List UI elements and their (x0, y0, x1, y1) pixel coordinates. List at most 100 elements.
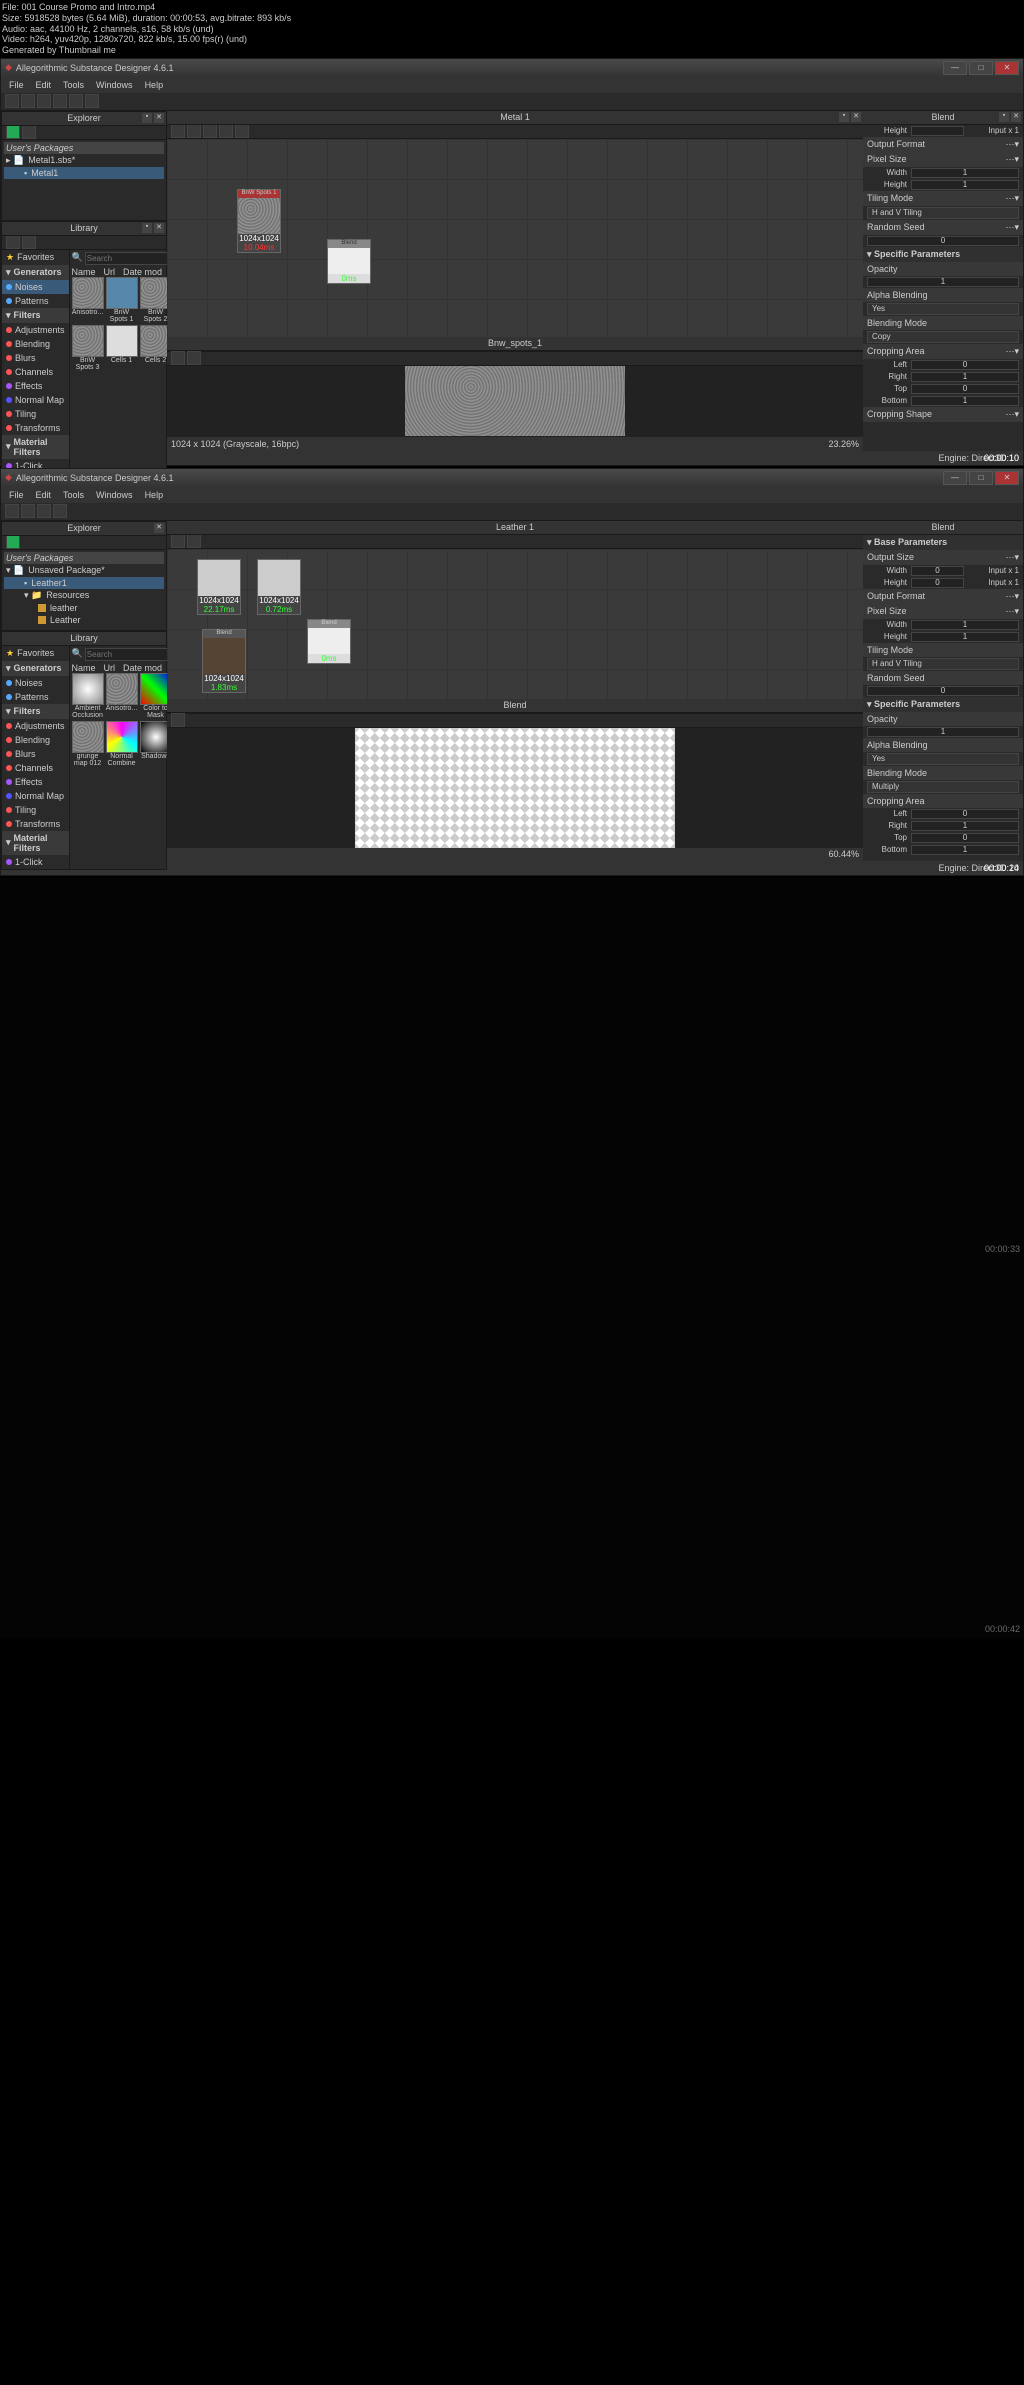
lib-matfilters[interactable]: ▾ Material Filters (2, 435, 69, 459)
tree-users-packages[interactable]: User's Packages (4, 552, 164, 564)
prop-slider[interactable]: 1 (867, 277, 1019, 287)
menu-file[interactable]: File (9, 490, 24, 500)
prop-select[interactable]: Yes (867, 303, 1019, 315)
close-icon[interactable]: ✕ (154, 223, 164, 233)
menu-windows[interactable]: Windows (96, 80, 133, 90)
toolbar-button[interactable] (187, 351, 201, 365)
minimize-button[interactable]: — (943, 61, 967, 75)
prop-slider[interactable]: 1 (911, 845, 1019, 855)
prop-slider[interactable]: 0 (911, 360, 1019, 370)
lib-transforms[interactable]: Transforms (2, 421, 69, 435)
prop-slider[interactable]: 1 (911, 168, 1019, 178)
toolbar-button[interactable] (22, 235, 36, 249)
toolbar-button[interactable] (22, 125, 36, 139)
lib-blending[interactable]: Blending (2, 733, 69, 747)
lib-thumb[interactable]: Anisotro... (72, 277, 104, 323)
lib-blending[interactable]: Blending (2, 337, 69, 351)
maximize-button[interactable]: □ (969, 471, 993, 485)
play-icon[interactable] (6, 535, 20, 549)
lib-blurs[interactable]: Blurs (2, 351, 69, 365)
col-url[interactable]: Url (104, 663, 116, 673)
toolbar-button[interactable] (21, 94, 35, 108)
lib-thumb[interactable]: Ambient Occlusion (72, 673, 104, 719)
prop-select[interactable]: Multiply (867, 781, 1019, 793)
prop-slider[interactable]: 1 (911, 372, 1019, 382)
toolbar-button[interactable] (53, 504, 67, 518)
toolbar-button[interactable] (219, 124, 233, 138)
lib-thumb[interactable]: Anisotro... (106, 673, 138, 719)
lib-blurs[interactable]: Blurs (2, 747, 69, 761)
toolbar-button[interactable] (187, 124, 201, 138)
lib-noises[interactable]: Noises (2, 676, 69, 690)
menu-icon[interactable]: ⋯▾ (1005, 193, 1019, 204)
lib-generators[interactable]: ▾ Generators (2, 661, 69, 676)
menu-tools[interactable]: Tools (63, 490, 84, 500)
prop-slider[interactable]: 1 (867, 727, 1019, 737)
lib-noises[interactable]: Noises (2, 280, 69, 294)
col-name[interactable]: Name (72, 267, 96, 277)
toolbar-button[interactable] (171, 534, 185, 548)
lib-favorites[interactable]: ★Favorites (2, 250, 69, 265)
col-url[interactable]: Url (104, 267, 116, 277)
menu-icon[interactable]: ⋯▾ (1005, 154, 1019, 165)
close-icon[interactable]: ✕ (1011, 112, 1021, 122)
lib-oneclick[interactable]: 1-Click (2, 855, 69, 869)
toolbar-button[interactable] (37, 504, 51, 518)
menu-icon[interactable]: ⋯▾ (1005, 139, 1019, 150)
toolbar-button[interactable] (203, 124, 217, 138)
graph-node-blend[interactable]: Blend 0ms (327, 239, 371, 284)
maximize-button[interactable]: □ (969, 61, 993, 75)
prop-slider[interactable]: 1 (911, 180, 1019, 190)
lib-patterns[interactable]: Patterns (2, 294, 69, 308)
pin-icon[interactable]: ▪ (142, 113, 152, 123)
col-date[interactable]: Date mod (123, 267, 162, 277)
graph-node[interactable]: Blend1024x10241.83ms (202, 629, 246, 693)
toolbar-button[interactable] (171, 124, 185, 138)
lib-effects[interactable]: Effects (2, 775, 69, 789)
prop-select[interactable]: H and V Tiling (867, 658, 1019, 670)
col-name[interactable]: Name (72, 663, 96, 673)
lib-tiling[interactable]: Tiling (2, 407, 69, 421)
close-icon[interactable]: ✕ (851, 112, 861, 122)
minimize-button[interactable]: — (943, 471, 967, 485)
graph-node-blend[interactable]: Blend0ms (307, 619, 351, 664)
prop-slider[interactable]: 1 (911, 620, 1019, 630)
pin-icon[interactable]: ▪ (142, 223, 152, 233)
tree-item-selected[interactable]: ▪ Leather1 (4, 577, 164, 589)
prop-slider[interactable] (911, 126, 964, 136)
prop-slider[interactable]: 1 (911, 821, 1019, 831)
prop-slider[interactable]: 0 (867, 236, 1019, 246)
tree-resource-item[interactable]: leather (4, 602, 164, 614)
prop-slider[interactable]: 1 (911, 632, 1019, 642)
toolbar-button[interactable] (171, 713, 185, 727)
tree-users-packages[interactable]: User's Packages (4, 142, 164, 154)
preview-canvas[interactable] (355, 728, 675, 848)
menu-edit[interactable]: Edit (36, 80, 52, 90)
tree-resources[interactable]: ▾ 📁 Resources (4, 589, 164, 602)
prop-select[interactable]: H and V Tiling (867, 207, 1019, 219)
menu-help[interactable]: Help (145, 490, 164, 500)
close-icon[interactable]: ✕ (154, 523, 164, 533)
toolbar-button[interactable] (21, 504, 35, 518)
lib-patterns[interactable]: Patterns (2, 690, 69, 704)
node-graph[interactable]: 1024x102422.17ms 1024x10240.72ms Blend10… (167, 549, 863, 699)
menu-help[interactable]: Help (145, 80, 164, 90)
lib-matfilters[interactable]: ▾ Material Filters (2, 831, 69, 855)
menu-file[interactable]: File (9, 80, 24, 90)
preview-canvas[interactable] (405, 366, 625, 436)
lib-thumb[interactable]: BnW Spots 1 (106, 277, 138, 323)
graph-node[interactable]: 1024x102422.17ms (197, 559, 241, 615)
menu-edit[interactable]: Edit (36, 490, 52, 500)
close-icon[interactable]: ✕ (154, 113, 164, 123)
toolbar-button[interactable] (6, 235, 20, 249)
close-button[interactable]: ✕ (995, 61, 1019, 75)
pin-icon[interactable]: ▪ (999, 112, 1009, 122)
toolbar-button[interactable] (69, 94, 83, 108)
menu-tools[interactable]: Tools (63, 80, 84, 90)
lib-generators[interactable]: ▾ Generators (2, 265, 69, 280)
toolbar-button[interactable] (235, 124, 249, 138)
prop-slider[interactable]: 0 (911, 833, 1019, 843)
prop-slider[interactable]: 0 (911, 809, 1019, 819)
node-graph[interactable]: BnW Spots 1 1024x1024 10.04ms Blend 0ms (167, 139, 863, 337)
prop-slider[interactable]: 0 (911, 566, 964, 576)
